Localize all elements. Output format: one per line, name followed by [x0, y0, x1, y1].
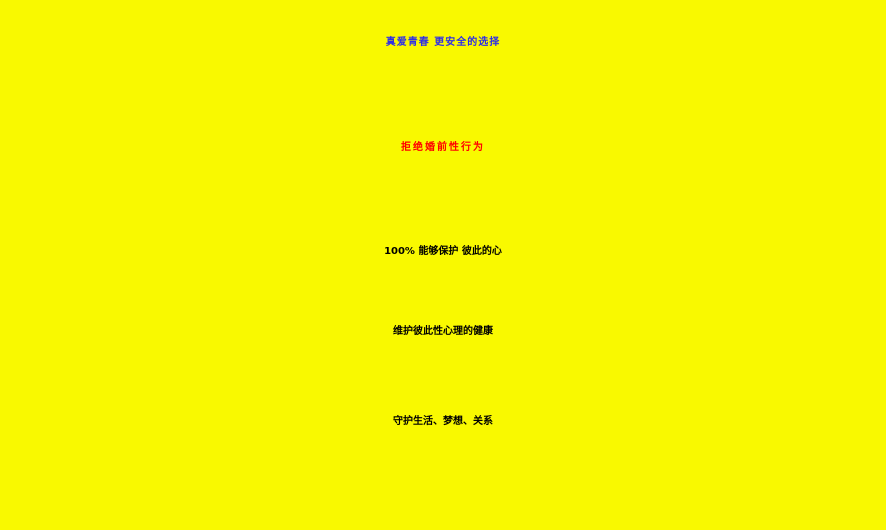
headline-slogan: 真爱青春 更安全的选择: [385, 37, 501, 48]
text-line-protect-heart: 100% 能够保护 彼此的心: [384, 246, 502, 257]
text-line-guard-life: 守护生活、梦想、关系: [393, 416, 493, 427]
text-line-mental-health: 维护彼此性心理的健康: [393, 326, 493, 337]
poster: 真爱青春 更安全的选择 拒绝婚前性行为 100% 能够保护 彼此的心 维护彼此性…: [0, 0, 886, 530]
headline-main-message: 拒绝婚前性行为: [401, 142, 485, 153]
